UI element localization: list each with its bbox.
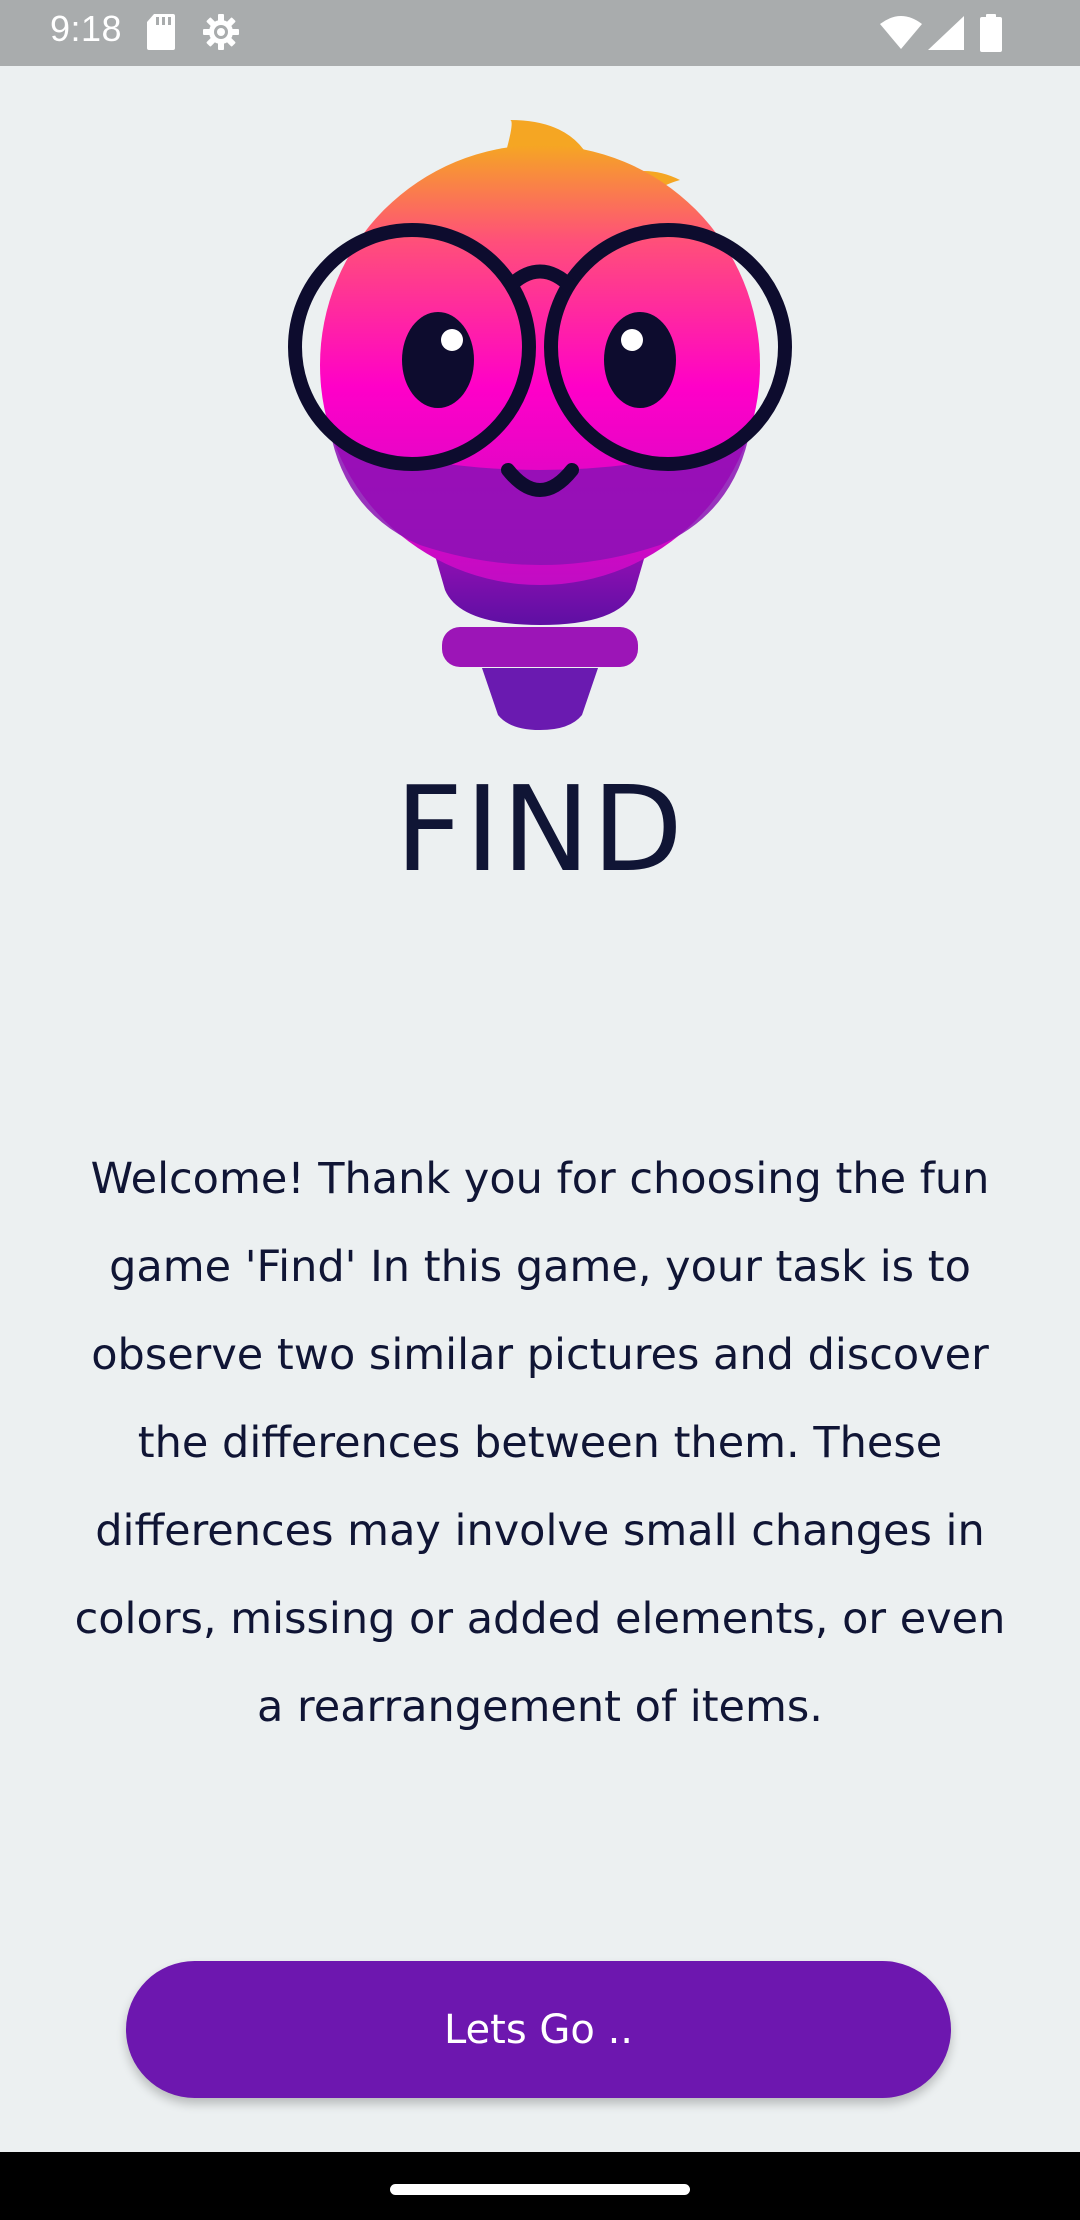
app-name-title: FIND <box>395 760 685 898</box>
lightbulb-mascot-icon <box>288 120 792 730</box>
screen: 9:18 FIND Welcome! Thank you for choosin… <box>0 0 1080 2220</box>
battery-icon <box>980 14 1002 52</box>
status-bar: 9:18 <box>0 0 1080 66</box>
home-indicator[interactable] <box>390 2184 690 2195</box>
status-time: 9:18 <box>50 8 123 49</box>
lets-go-button[interactable]: Lets Go .. <box>126 1961 951 2098</box>
welcome-message: Welcome! Thank you for choosing the fun … <box>74 1154 1006 1732</box>
settings-icon <box>203 14 239 50</box>
wifi-icon <box>880 16 922 49</box>
sd-card-icon <box>147 14 175 50</box>
signal-icon <box>928 16 964 50</box>
